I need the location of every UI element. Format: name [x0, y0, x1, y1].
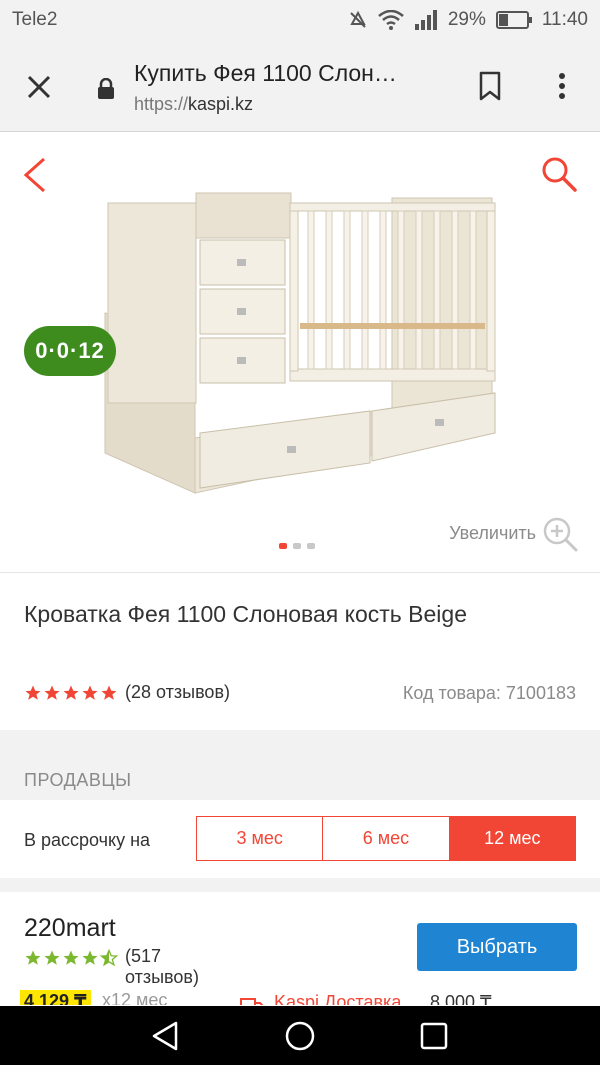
signal-icon [414, 10, 437, 30]
rating-stars [24, 684, 118, 702]
seller-reviews-link[interactable]: (517 отзывов) [125, 946, 199, 988]
carrier-label: Tele2 [12, 9, 58, 30]
star-icon [44, 950, 60, 965]
seller-card: 220mart (517 отзывов) Выбрать 4 129 ₸ x1… [0, 892, 600, 1005]
android-nav-bar [0, 1006, 600, 1065]
star-icon [63, 950, 79, 965]
close-icon[interactable] [24, 72, 54, 102]
reviews-link[interactable]: (28 отзывов) [125, 682, 230, 703]
pagination-dot[interactable] [293, 543, 301, 549]
choose-seller-button[interactable]: Выбрать [417, 923, 577, 971]
pagination-dot[interactable] [279, 543, 287, 549]
star-icon [82, 685, 98, 700]
installment-term-tabs: 3 мес 6 мес 12 мес [196, 816, 576, 861]
battery-icon [495, 11, 532, 29]
battery-percent: 29% [447, 9, 486, 30]
zoom-in-icon[interactable] [542, 516, 578, 552]
term-option-6[interactable]: 6 мес [322, 817, 449, 860]
more-menu-icon[interactable] [548, 70, 576, 102]
delivery-label: Kaspi Доставка [274, 992, 402, 1005]
term-option-12[interactable]: 12 мес [448, 817, 575, 860]
recents-icon[interactable] [418, 1020, 450, 1052]
clock: 11:40 [541, 9, 588, 30]
product-image[interactable] [100, 183, 505, 503]
zoom-label[interactable]: Увеличить [449, 523, 536, 544]
sellers-section-header: ПРОДАВЦЫ [0, 730, 600, 800]
mute-icon [350, 10, 366, 28]
back-icon[interactable] [150, 1020, 182, 1052]
delivery-price: 8 000 ₸ [430, 992, 492, 1005]
star-icon [82, 950, 98, 965]
product-sku: Код товара: 7100183 [402, 683, 576, 703]
seller-rating-stars [24, 949, 118, 967]
section-divider [0, 878, 600, 892]
gallery-pagination [279, 543, 315, 549]
star-icon [63, 685, 79, 700]
lock-icon [98, 78, 114, 99]
age-badge: 0·0·12 [24, 326, 116, 376]
search-icon[interactable] [540, 155, 578, 193]
browser-toolbar: Купить Фея 1100 Слон… https://kaspi.kz [0, 40, 600, 132]
monthly-price: 4 129 ₸ [20, 990, 91, 1005]
url-scheme: https:// [134, 94, 189, 114]
monthly-price-term: x12 мес [102, 990, 168, 1005]
star-icon [25, 685, 41, 700]
star-icon [101, 685, 117, 700]
sellers-heading: ПРОДАВЦЫ [24, 770, 132, 790]
bookmark-icon[interactable] [476, 70, 504, 102]
seller-name[interactable]: 220mart [24, 914, 116, 943]
star-icon [44, 685, 60, 700]
delivery-truck-icon [240, 998, 264, 1005]
installment-label: В рассрочку на [24, 830, 151, 850]
wifi-icon [378, 10, 404, 30]
product-rating-row: (28 отзывов) Код товара: 7100183 [24, 682, 576, 706]
url-host: kaspi.kz [188, 94, 254, 114]
home-icon[interactable] [284, 1020, 316, 1052]
status-bar: Tele2 29% 11:40 [0, 0, 600, 40]
term-option-3[interactable]: 3 мес [197, 817, 323, 860]
half-star-icon [100, 949, 118, 967]
back-arrow-icon[interactable] [20, 155, 50, 195]
product-title: Кроватка Фея 1100 Слоновая кость Beige [24, 601, 467, 627]
installment-selector: В рассрочку на 3 мес 6 мес 12 мес [0, 800, 600, 878]
page-title[interactable]: Купить Фея 1100 Слон… [134, 60, 397, 87]
page-url[interactable]: https://kaspi.kz [134, 94, 253, 115]
star-icon [25, 950, 41, 965]
pagination-dot[interactable] [307, 543, 315, 549]
product-gallery[interactable]: 0·0·12 Увеличить [0, 133, 600, 573]
